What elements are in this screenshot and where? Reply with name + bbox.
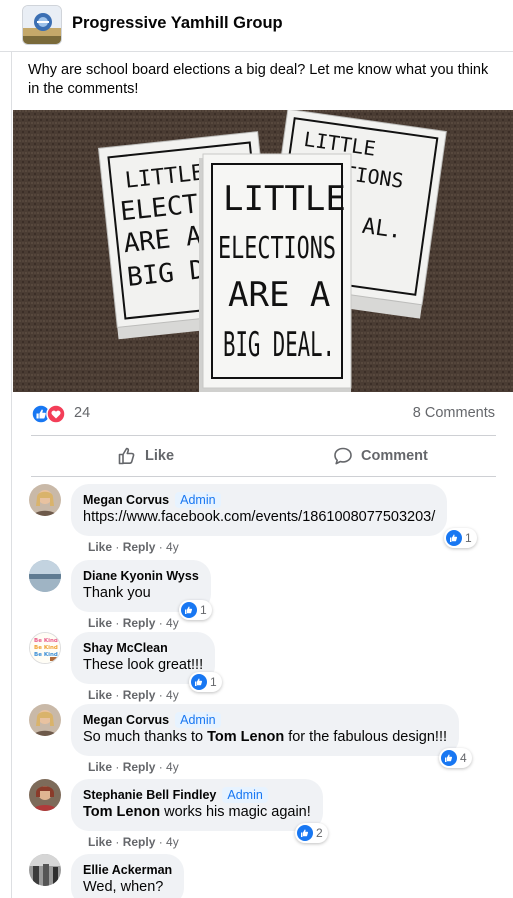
comment-reactions[interactable]: 1 — [444, 528, 477, 548]
admin-badge: Admin — [175, 712, 221, 728]
comment-bubble: Megan Corvus Admin So much thanks to Tom … — [71, 704, 460, 756]
group-header: Progressive Yamhill Group — [0, 0, 513, 52]
comment-bubble: Ellie Ackerman Wed, when? — [71, 854, 185, 898]
reaction-count: 1 — [200, 603, 207, 617]
comment-like-button[interactable]: Like — [88, 688, 112, 702]
comment-like-button[interactable]: Like — [88, 616, 112, 630]
svg-text:ELECTIONS: ELECTIONS — [218, 231, 336, 266]
comment-actions: Like · Reply · 4y — [88, 688, 179, 702]
comment-text: Wed, when? — [83, 879, 164, 895]
avatar[interactable] — [29, 704, 61, 736]
comment-reactions[interactable]: 2 — [295, 823, 328, 843]
svg-text:ARE A: ARE A — [228, 275, 330, 315]
mention-link[interactable]: Tom Lenon — [207, 729, 284, 745]
avatar[interactable] — [29, 484, 61, 516]
svg-text:Be Kind: Be Kind — [34, 638, 58, 644]
comment-time[interactable]: 4y — [166, 760, 179, 774]
comment-like-button[interactable]: Like — [88, 540, 112, 554]
comment-text: These look great!!! — [83, 657, 204, 673]
like-reaction-icon — [191, 674, 207, 690]
reaction-count: 4 — [460, 751, 467, 765]
speech-bubble-icon — [334, 447, 352, 465]
like-button[interactable]: Like — [117, 436, 174, 476]
avatar[interactable] — [29, 779, 61, 811]
comment-reply-button[interactable]: Reply — [123, 835, 156, 849]
comment-reply-button[interactable]: Reply — [123, 616, 156, 630]
comment-text: So much thanks to Tom Lenon for the fabu… — [83, 729, 448, 745]
comment-label: Comment — [361, 448, 428, 464]
comment-link[interactable]: https://www.facebook.com/events/18610080… — [83, 508, 435, 527]
comment-reply-button[interactable]: Reply — [123, 540, 156, 554]
group-logo-icon — [23, 6, 61, 44]
mention-link[interactable]: Tom Lenon — [83, 804, 160, 820]
comment-like-button[interactable]: Like — [88, 835, 112, 849]
comment-actions: Like · Reply · 4y — [88, 835, 179, 849]
avatar[interactable] — [29, 560, 61, 592]
reaction-count: 1 — [210, 675, 217, 689]
avatar[interactable] — [29, 854, 61, 886]
like-reaction-icon — [446, 530, 462, 546]
comment-reactions[interactable]: 1 — [189, 672, 222, 692]
love-reaction-icon — [46, 404, 66, 424]
avatar[interactable]: Be Kind Be Kind Be Kind — [29, 632, 61, 664]
reaction-count: 1 — [465, 531, 472, 545]
comment-button[interactable]: Comment — [333, 436, 428, 476]
group-avatar[interactable] — [22, 5, 62, 45]
comment-text: Tom Lenon works his magic again! — [83, 804, 311, 820]
comment-like-button[interactable]: Like — [88, 760, 112, 774]
comment-bubble: Stephanie Bell Findley Admin Tom Lenon wo… — [71, 779, 323, 831]
like-reaction-icon — [441, 750, 457, 766]
comment-text: Thank you — [83, 585, 151, 601]
like-reaction-icon — [297, 825, 313, 841]
post-actions: Like Comment — [31, 435, 496, 477]
comment-reactions[interactable]: 4 — [439, 748, 472, 768]
comment-time[interactable]: 4y — [166, 835, 179, 849]
post-photo[interactable]: LITTLE ELECTI ARE A BIG DEA LITTLE ELECT… — [13, 110, 513, 392]
comment-author[interactable]: Stephanie Bell Findley — [83, 788, 216, 802]
comment-reply-button[interactable]: Reply — [123, 688, 156, 702]
reaction-count[interactable]: 24 — [74, 405, 90, 421]
comment-reactions[interactable]: 1 — [179, 600, 212, 620]
comment-author[interactable]: Diane Kyonin Wyss — [83, 568, 199, 584]
like-label: Like — [145, 448, 175, 464]
election-cards-photo: LITTLE ELECTI ARE A BIG DEA LITTLE ELECT… — [13, 110, 513, 392]
reaction-count: 2 — [316, 826, 323, 840]
comment-actions: Like · Reply · 4y — [88, 760, 179, 774]
reactions-summary: 24 8 Comments — [12, 399, 513, 429]
like-reaction-icon — [181, 602, 197, 618]
comment-time[interactable]: 4y — [166, 616, 179, 630]
comment-actions: Like · Reply · 4y — [88, 540, 179, 554]
comments-count[interactable]: 8 Comments — [413, 405, 495, 421]
comment-bubble: Megan Corvus Admin https://www.facebook.c… — [71, 484, 448, 536]
comment-author[interactable]: Megan Corvus — [83, 713, 169, 727]
reaction-icons[interactable] — [31, 404, 67, 424]
comment-author[interactable]: Megan Corvus — [83, 493, 169, 507]
comment-author[interactable]: Ellie Ackerman — [83, 862, 172, 878]
group-title[interactable]: Progressive Yamhill Group — [72, 14, 283, 33]
svg-text:Be Kind: Be Kind — [34, 645, 58, 651]
svg-text:LITTLE: LITTLE — [223, 179, 346, 219]
post-card: Why are school board elections a big dea… — [11, 52, 513, 898]
comment-actions: Like · Reply · 4y — [88, 616, 179, 630]
comment-author[interactable]: Shay McClean — [83, 640, 203, 656]
comment-time[interactable]: 4y — [166, 540, 179, 554]
admin-badge: Admin — [175, 492, 221, 508]
comment-time[interactable]: 4y — [166, 688, 179, 702]
admin-badge: Admin — [222, 787, 268, 803]
post-text: Why are school board elections a big dea… — [28, 62, 489, 97]
thumbs-up-icon — [118, 447, 135, 465]
svg-text:BIG DEAL.: BIG DEAL. — [223, 325, 335, 365]
comment-reply-button[interactable]: Reply — [123, 760, 156, 774]
